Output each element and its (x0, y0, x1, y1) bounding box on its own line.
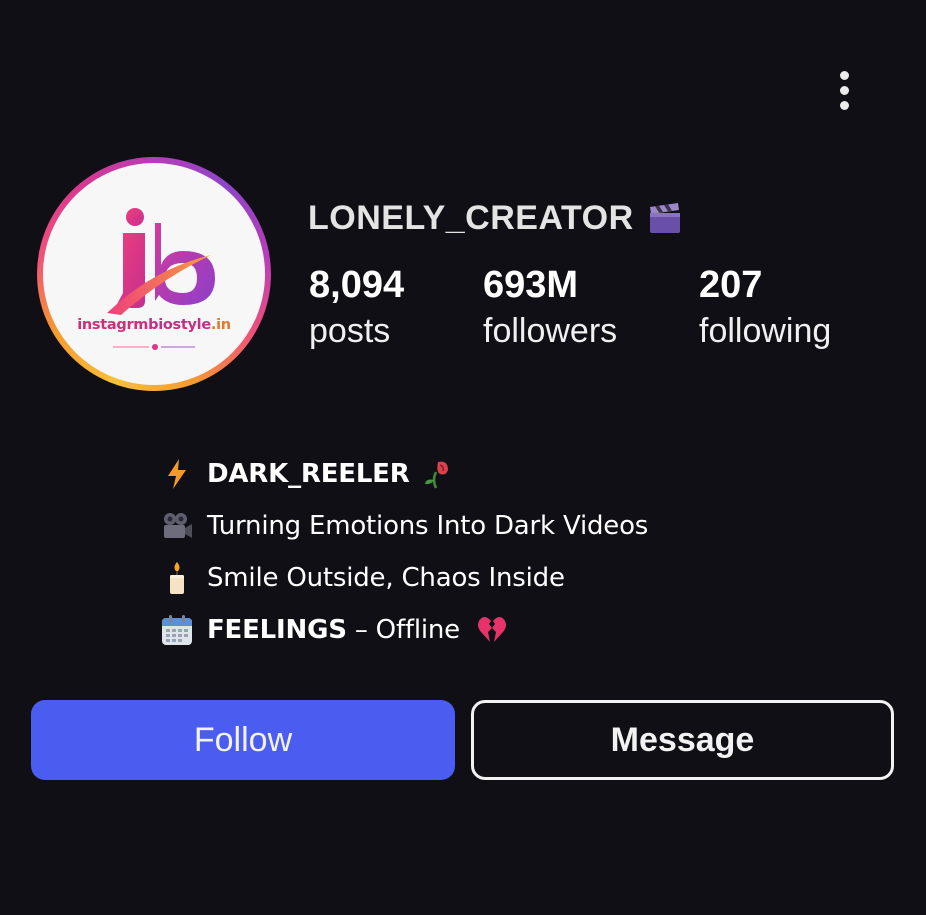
profile-bio: DARK_REELER Turning Emotions Into Dark V… (160, 448, 648, 656)
bio-text: Turning Emotions Into Dark Videos (207, 511, 649, 541)
clapper-board-icon (649, 203, 680, 233)
wilted-rose-icon (422, 458, 452, 490)
logo-text: instagrmbiostyle.in (43, 317, 265, 333)
bio-rest-text: – Offline (346, 615, 460, 645)
stat-following[interactable]: 207 following (699, 262, 831, 354)
broken-heart-icon (476, 615, 508, 645)
movie-camera-icon (160, 509, 194, 543)
avatar-logo: instagrmbiostyle.in (43, 163, 265, 385)
more-options-icon[interactable] (824, 64, 864, 116)
bio-line: DARK_REELER (160, 448, 648, 500)
bio-text: Smile Outside, Chaos Inside (207, 563, 565, 593)
bio-line: Turning Emotions Into Dark Videos (160, 500, 648, 552)
stat-posts[interactable]: 8,094 posts (309, 262, 404, 354)
dot (839, 70, 849, 80)
profile-avatar[interactable]: instagrmbiostyle.in (37, 157, 271, 391)
posts-label: posts (309, 312, 391, 350)
username-text: LONELY_CREATOR (308, 198, 634, 237)
message-button[interactable]: Message (471, 700, 894, 780)
bio-text: FEELINGS – Offline (207, 615, 460, 645)
followers-label: followers (483, 312, 618, 350)
bio-line: FEELINGS – Offline (160, 604, 648, 656)
following-label: following (699, 312, 832, 350)
followers-count: 693M (483, 264, 579, 306)
posts-count: 8,094 (309, 264, 405, 306)
dot (839, 85, 849, 95)
logo-text-purple: biostyle (148, 317, 211, 333)
bio-bold-text: FEELINGS (207, 615, 347, 645)
following-count: 207 (699, 264, 763, 306)
stat-followers[interactable]: 693M followers (483, 262, 617, 354)
logo-ib-icon (107, 208, 215, 350)
calendar-icon (160, 613, 194, 647)
dot (839, 100, 849, 110)
bio-text: DARK_REELER (207, 459, 410, 489)
logo-text-suffix: .in (210, 317, 231, 333)
logo-text-pink: instagrm (77, 317, 149, 333)
bio-line: Smile Outside, Chaos Inside (160, 552, 648, 604)
candle-icon (160, 561, 194, 595)
profile-username: LONELY_CREATOR (308, 196, 682, 240)
follow-button[interactable]: Follow (31, 700, 455, 780)
lightning-icon (160, 457, 194, 491)
